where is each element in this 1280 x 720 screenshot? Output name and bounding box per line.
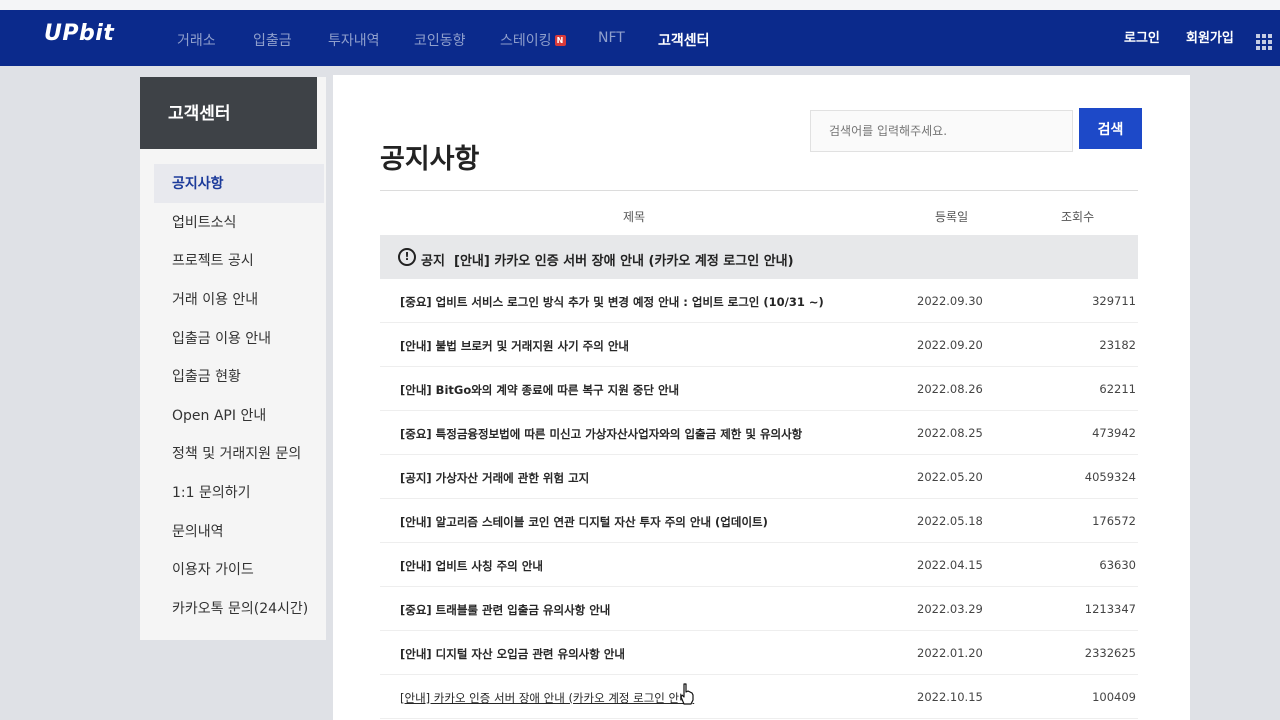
nav-customer-center[interactable]: 고객센터 [658, 30, 710, 50]
row-date: 2022.05.18 [917, 514, 983, 528]
column-date: 등록일 [935, 210, 969, 224]
sidebar-item-inquiry-history[interactable]: 문의내역 [154, 511, 324, 550]
row-date: 2022.08.25 [917, 426, 983, 440]
sidebar-item-one-on-one[interactable]: 1:1 문의하기 [154, 473, 324, 512]
search-input[interactable] [810, 110, 1073, 152]
nav-deposit-withdraw[interactable]: 입출금 [253, 30, 292, 50]
row-title[interactable]: [중요] 특정금융정보법에 따른 미신고 가상자산사업자와의 입출금 제한 및 … [400, 426, 802, 442]
notice-table: 제목 등록일 조회수 ! 공지 [안내] 카카오 인증 서버 장애 안내 (카카… [380, 190, 1138, 719]
row-date: 2022.09.30 [917, 294, 983, 308]
pinned-label: 공지 [421, 254, 445, 269]
table-header: 제목 등록일 조회수 [380, 190, 1138, 235]
sidebar-item-user-guide[interactable]: 이용자 가이드 [154, 550, 324, 589]
row-views: 2332625 [1084, 646, 1136, 660]
grid-menu-icon[interactable] [1256, 34, 1274, 50]
sidebar-item-open-api[interactable]: Open API 안내 [154, 396, 324, 435]
sidebar-item-trading-guide[interactable]: 거래 이용 안내 [154, 280, 324, 319]
nav-coin-trends[interactable]: 코인동향 [414, 30, 466, 50]
row-views: 329711 [1092, 294, 1136, 308]
search-button[interactable]: 검색 [1079, 108, 1142, 149]
row-date: 2022.01.20 [917, 646, 983, 660]
sidebar-item-deposit-status[interactable]: 입출금 현황 [154, 357, 324, 396]
row-views: 473942 [1092, 426, 1136, 440]
row-views: 62211 [1099, 382, 1136, 396]
row-views: 100409 [1092, 690, 1136, 704]
nav-staking[interactable]: 스테이킹 N [500, 30, 566, 50]
row-views: 1213347 [1084, 602, 1136, 616]
row-views: 176572 [1092, 514, 1136, 528]
main-content: 공지사항 검색 제목 등록일 조회수 ! 공지 [안내] 카카오 인증 서버 장… [333, 75, 1190, 720]
page-title: 공지사항 [380, 144, 480, 175]
hand-pointer-icon [680, 683, 694, 705]
table-row[interactable]: [중요] 트래블룰 관련 입출금 유의사항 안내 2022.03.29 1213… [380, 587, 1138, 631]
sidebar-item-policy-inquiry[interactable]: 정책 및 거래지원 문의 [154, 434, 324, 473]
exclamation-circle-icon: ! [398, 248, 416, 266]
sidebar-item-project-disclosure[interactable]: 프로젝트 공시 [154, 241, 324, 280]
table-row[interactable]: [안내] 디지털 자산 오입금 관련 유의사항 안내 2022.01.20 23… [380, 631, 1138, 675]
top-strip [0, 0, 1280, 10]
nav-exchange[interactable]: 거래소 [177, 30, 216, 50]
row-date: 2022.10.15 [917, 690, 983, 704]
sidebar-item-notices[interactable]: 공지사항 [154, 164, 324, 203]
table-row[interactable]: [안내] 카카오 인증 서버 장애 안내 (카카오 계정 로그인 안내) 202… [380, 675, 1138, 719]
nav-investments[interactable]: 투자내역 [328, 30, 380, 50]
upbit-logo[interactable]: UPbit [44, 21, 114, 46]
table-row[interactable]: [안내] 불법 브로커 및 거래지원 사기 주의 안내 2022.09.20 2… [380, 323, 1138, 367]
top-navbar: UPbit 거래소 입출금 투자내역 코인동향 스테이킹 N NFT 고객센터 로… [0, 10, 1280, 66]
sidebar: 고객센터 공지사항 업비트소식 프로젝트 공시 거래 이용 안내 입출금 이용 … [140, 77, 326, 640]
row-title[interactable]: [안내] BitGo와의 계약 종료에 따른 복구 지원 중단 안내 [400, 382, 679, 398]
table-row[interactable]: [안내] BitGo와의 계약 종료에 따른 복구 지원 중단 안내 2022.… [380, 367, 1138, 411]
row-title[interactable]: [안내] 디지털 자산 오입금 관련 유의사항 안내 [400, 646, 625, 662]
table-row[interactable]: [안내] 업비트 사칭 주의 안내 2022.04.15 63630 [380, 543, 1138, 587]
sidebar-menu: 공지사항 업비트소식 프로젝트 공시 거래 이용 안내 입출금 이용 안내 입출… [154, 164, 324, 627]
row-date: 2022.09.20 [917, 338, 983, 352]
table-row[interactable]: [중요] 특정금융정보법에 따른 미신고 가상자산사업자와의 입출금 제한 및 … [380, 411, 1138, 455]
column-views: 조회수 [1061, 210, 1095, 224]
row-date: 2022.05.20 [917, 470, 983, 484]
column-title: 제목 [623, 210, 646, 224]
row-views: 23182 [1099, 338, 1136, 352]
sidebar-item-deposit-guide[interactable]: 입출금 이용 안내 [154, 318, 324, 357]
new-badge: N [554, 35, 566, 46]
nav-staking-label: 스테이킹 [500, 33, 552, 49]
pinned-notice-row[interactable]: ! 공지 [안내] 카카오 인증 서버 장애 안내 (카카오 계정 로그인 안내… [380, 235, 1138, 279]
table-row[interactable]: [공지] 가상자산 거래에 관한 위험 고지 2022.05.20 405932… [380, 455, 1138, 499]
sidebar-item-upbit-news[interactable]: 업비트소식 [154, 203, 324, 242]
table-row[interactable]: [안내] 알고리즘 스테이블 코인 연관 디지털 자산 투자 주의 안내 (업데… [380, 499, 1138, 543]
sidebar-item-kakaotalk[interactable]: 카카오톡 문의(24시간) [154, 589, 324, 628]
signup-link[interactable]: 회원가입 [1186, 27, 1234, 46]
row-title[interactable]: [중요] 트래블룰 관련 입출금 유의사항 안내 [400, 602, 610, 618]
pinned-title[interactable]: [안내] 카카오 인증 서버 장애 안내 (카카오 계정 로그인 안내) [454, 250, 794, 269]
row-date: 2022.04.15 [917, 558, 983, 572]
table-row[interactable]: [중요] 업비트 서비스 로그인 방식 추가 및 변경 예정 안내 : 업비트 … [380, 279, 1138, 323]
row-title[interactable]: [공지] 가상자산 거래에 관한 위험 고지 [400, 470, 589, 486]
sidebar-title: 고객센터 [140, 77, 317, 149]
row-views: 4059324 [1084, 470, 1136, 484]
row-title[interactable]: [중요] 업비트 서비스 로그인 방식 추가 및 변경 예정 안내 : 업비트 … [400, 294, 824, 310]
row-date: 2022.03.29 [917, 602, 983, 616]
row-date: 2022.08.26 [917, 382, 983, 396]
row-title[interactable]: [안내] 업비트 사칭 주의 안내 [400, 558, 543, 574]
row-title[interactable]: [안내] 알고리즘 스테이블 코인 연관 디지털 자산 투자 주의 안내 (업데… [400, 514, 768, 530]
row-title[interactable]: [안내] 카카오 인증 서버 장애 안내 (카카오 계정 로그인 안내) [400, 690, 694, 706]
nav-nft[interactable]: NFT [598, 30, 625, 46]
login-link[interactable]: 로그인 [1124, 27, 1160, 46]
row-title[interactable]: [안내] 불법 브로커 및 거래지원 사기 주의 안내 [400, 338, 629, 354]
row-views: 63630 [1099, 558, 1136, 572]
